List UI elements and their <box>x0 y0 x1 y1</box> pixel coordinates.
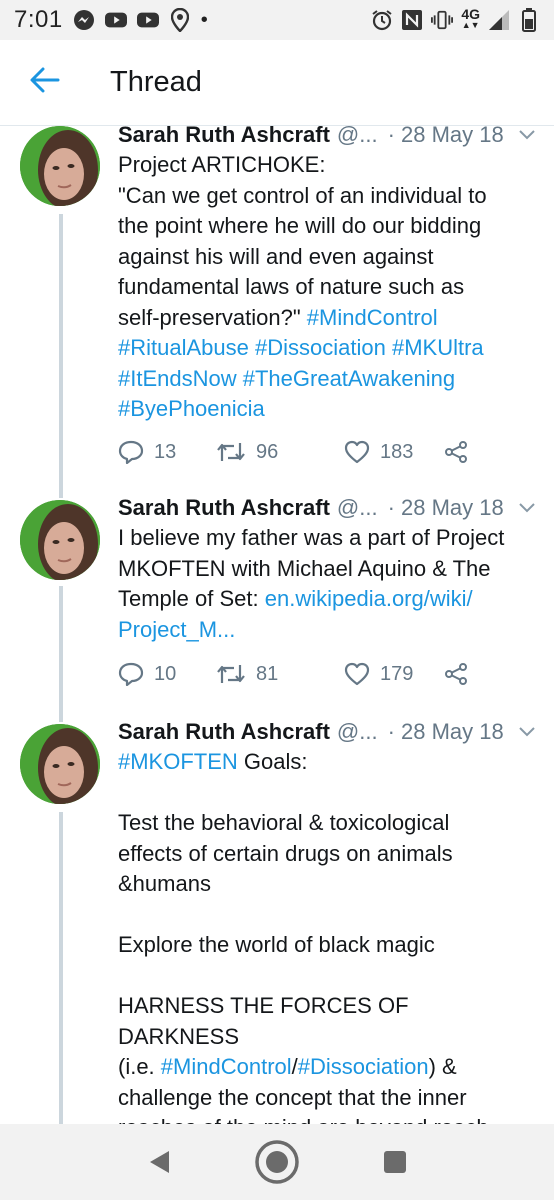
tweet-body: Sarah Ruth Ashcraft @... · 28 May 18 Pro… <box>118 126 535 425</box>
hashtag-link[interactable]: #MKUltra <box>392 335 484 360</box>
app-header: Thread <box>0 40 554 126</box>
status-time: 7:01 <box>14 6 63 33</box>
data-arrows: ▲▼ <box>461 20 480 30</box>
hashtag-link[interactable]: #ItEndsNow <box>118 366 237 391</box>
author-handle[interactable]: @... <box>337 126 378 148</box>
system-nav-bar <box>0 1124 554 1200</box>
alarm-icon <box>371 9 393 31</box>
hashtag-link[interactable]: #ByePhoenicia <box>118 396 265 421</box>
author-handle[interactable]: @... <box>337 719 378 745</box>
reply-count: 13 <box>154 440 177 463</box>
youtube-icon <box>136 9 159 31</box>
share-icon <box>445 441 467 463</box>
nav-back-icon <box>150 1151 169 1173</box>
tweet-text: I believe my father was a part of Projec… <box>118 523 528 645</box>
battery-icon <box>518 8 540 32</box>
tweet-body: Sarah Ruth Ashcraft @... · 28 May 18 #MK… <box>118 717 535 1124</box>
like-button[interactable]: 183 <box>344 440 444 464</box>
network-4g-icon: 4G ▲▼ <box>461 6 480 31</box>
network-label: 4G <box>461 6 480 22</box>
tweet[interactable]: Sarah Ruth Ashcraft @... · 28 May 18 I b… <box>0 495 554 710</box>
share-button[interactable] <box>444 440 468 464</box>
chevron-down-icon[interactable] <box>518 726 536 738</box>
retweet-icon <box>217 665 245 683</box>
hashtag-link[interactable]: #Dissociation <box>298 1054 429 1079</box>
tweet-date[interactable]: · 28 May 18 <box>388 495 504 521</box>
nfc-icon <box>401 9 423 31</box>
status-left: 7:01 • <box>14 6 208 34</box>
reply-icon <box>118 440 144 464</box>
thread-feed[interactable]: Sarah Ruth Ashcraft @... · 28 May 18 Pro… <box>0 126 554 1124</box>
like-count: 183 <box>380 440 414 463</box>
back-button[interactable] <box>0 40 90 126</box>
reply-icon <box>118 662 144 686</box>
hashtag-link[interactable]: #RitualAbuse <box>118 335 249 360</box>
tweet-actions: 13 96 183 <box>118 437 468 467</box>
signal-icon <box>488 9 510 31</box>
page-title: Thread <box>110 66 202 98</box>
share-button[interactable] <box>444 662 468 686</box>
vibrate-icon <box>431 9 454 31</box>
hashtag-link[interactable]: #MindControl <box>307 305 438 330</box>
reply-button[interactable]: 13 <box>118 440 216 464</box>
nav-home-button[interactable] <box>249 1134 305 1190</box>
nav-back-button[interactable] <box>131 1134 187 1190</box>
author-name[interactable]: Sarah Ruth Ashcraft <box>118 495 330 521</box>
back-arrow-icon <box>30 67 60 98</box>
status-bar: 7:01 • 4G ▲▼ <box>0 0 554 40</box>
reply-button[interactable]: 10 <box>118 662 216 686</box>
tweet-actions: 10 81 179 <box>118 659 468 689</box>
avatar[interactable] <box>20 724 100 804</box>
tweet[interactable]: Sarah Ruth Ashcraft @... · 28 May 18 Pro… <box>0 126 554 486</box>
tweet-date[interactable]: · 28 May 18 <box>388 126 504 148</box>
avatar[interactable] <box>20 500 100 580</box>
tweet-header: Sarah Ruth Ashcraft @... · 28 May 18 <box>118 493 535 523</box>
nav-recents-button[interactable] <box>367 1134 423 1190</box>
chevron-down-icon[interactable] <box>518 129 536 141</box>
tweet[interactable]: Sarah Ruth Ashcraft @... · 28 May 18 #MK… <box>0 719 554 1124</box>
hashtag-link[interactable]: #MindControl <box>161 1054 292 1079</box>
tweet-text-segment: Project ARTICHOKE: "Can we get control o… <box>118 152 487 330</box>
like-count: 179 <box>380 662 414 685</box>
retweet-button[interactable]: 96 <box>216 441 344 464</box>
chevron-down-icon[interactable] <box>518 502 536 514</box>
hashtag-link[interactable]: #Dissociation <box>255 335 386 360</box>
nav-home-icon <box>255 1140 299 1184</box>
like-button[interactable]: 179 <box>344 662 444 686</box>
tweet-body: Sarah Ruth Ashcraft @... · 28 May 18 I b… <box>118 493 535 645</box>
maps-pin-icon <box>169 8 191 32</box>
retweet-button[interactable]: 81 <box>216 663 344 686</box>
nav-recents-icon <box>384 1151 406 1173</box>
reply-count: 10 <box>154 662 177 685</box>
youtube-icon <box>104 9 127 31</box>
tweet-text: Project ARTICHOKE: "Can we get control o… <box>118 150 528 425</box>
tweet-date[interactable]: · 28 May 18 <box>388 719 504 745</box>
author-name[interactable]: Sarah Ruth Ashcraft <box>118 126 330 148</box>
tweet-text: #MKOFTEN Goals: Test the behavioral & to… <box>118 747 528 1124</box>
hashtag-link[interactable]: #TheGreatAwakening <box>243 366 455 391</box>
tweet-header: Sarah Ruth Ashcraft @... · 28 May 18 <box>118 717 535 747</box>
tweet-text-segment: Goals: Test the behavioral & toxicologic… <box>118 749 453 1079</box>
heart-icon <box>344 662 370 686</box>
author-name[interactable]: Sarah Ruth Ashcraft <box>118 719 330 745</box>
heart-icon <box>344 440 370 464</box>
status-right: 4G ▲▼ <box>371 6 540 32</box>
retweet-icon <box>217 443 245 461</box>
messenger-icon <box>73 9 95 31</box>
avatar[interactable] <box>20 126 100 206</box>
share-icon <box>445 663 467 685</box>
retweet-count: 81 <box>256 662 279 685</box>
retweet-count: 96 <box>256 440 279 463</box>
notification-dot: • <box>200 9 208 31</box>
tweet-header: Sarah Ruth Ashcraft @... · 28 May 18 <box>118 126 535 150</box>
author-handle[interactable]: @... <box>337 495 378 521</box>
hashtag-link[interactable]: #MKOFTEN <box>118 749 238 774</box>
